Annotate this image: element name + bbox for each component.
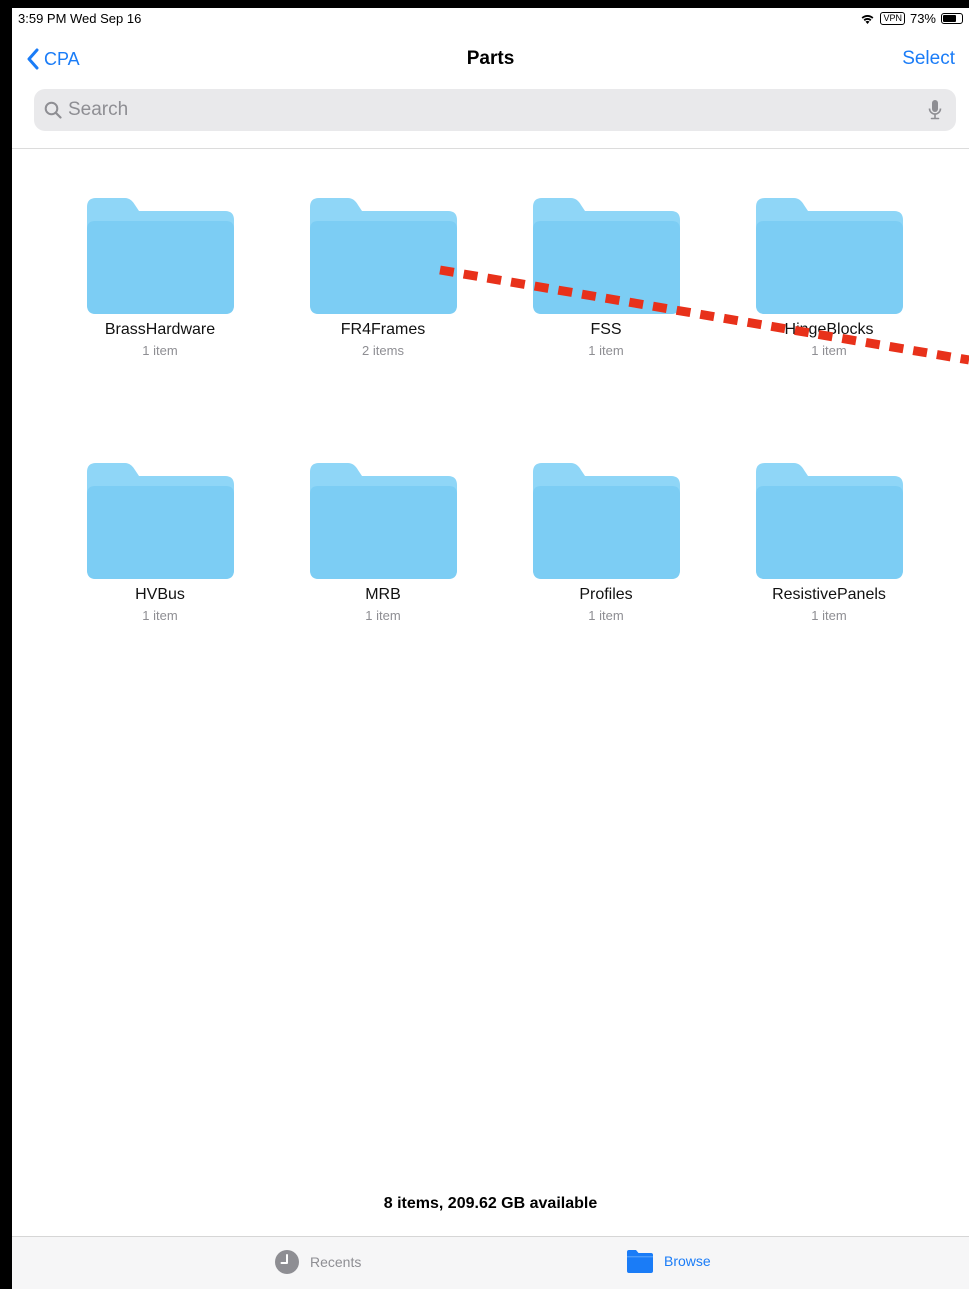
tab-browse[interactable]: Browse: [626, 1249, 711, 1273]
folder-item[interactable]: MRB 1 item: [283, 460, 483, 623]
folder-icon: [310, 463, 457, 579]
folder-item[interactable]: Profiles 1 item: [506, 460, 706, 623]
storage-summary: 8 items, 209.62 GB available: [383, 1195, 598, 1212]
folder-icon: [533, 198, 680, 314]
folder-icon: [87, 198, 234, 314]
folder-name: ResistivePanels: [772, 586, 886, 603]
folder-icon: [87, 463, 234, 579]
folder-item[interactable]: BrassHardware 1 item: [60, 195, 260, 358]
tab-browse-label: Browse: [664, 1253, 711, 1269]
folder-name: HVBus: [135, 586, 185, 603]
folder-item-count: 1 item: [588, 343, 624, 358]
folder-item-count: 1 item: [811, 343, 847, 358]
folder-item-count: 1 item: [588, 608, 624, 623]
folder-item-count: 1 item: [142, 343, 178, 358]
folder-item-count: 2 items: [362, 343, 404, 358]
tab-bar: Recents Browse: [12, 1236, 969, 1289]
folder-grid: BrassHardware 1 item FR4Frames 2 items FSS 1 …: [12, 8, 969, 708]
folder-icon: [533, 463, 680, 579]
folder-item[interactable]: FSS 1 item: [506, 195, 706, 358]
folder-item[interactable]: HVBus 1 item: [60, 460, 260, 623]
folder-icon: [627, 1250, 653, 1273]
folder-name: FR4Frames: [340, 321, 426, 338]
folder-icon: [756, 463, 903, 579]
folder-item-count: 1 item: [811, 608, 847, 623]
folder-name: HingeBlocks: [784, 321, 874, 338]
files-app-screen: 3:59 PM Wed Sep 16 VPN 73% CPA Parts Sel…: [12, 8, 969, 1289]
folder-icon: [756, 198, 903, 314]
folder-item[interactable]: FR4Frames 2 items: [283, 195, 483, 358]
folder-item-count: 1 item: [142, 608, 178, 623]
folder-name: MRB: [365, 586, 401, 603]
folder-name: FSS: [590, 321, 622, 338]
tab-recents-label: Recents: [310, 1254, 362, 1270]
folder-item-count: 1 item: [365, 608, 401, 623]
folder-name: BrassHardware: [104, 321, 216, 338]
clock-icon: [275, 1250, 299, 1274]
folder-item[interactable]: ResistivePanels 1 item: [729, 460, 929, 623]
folder-icon: [310, 198, 457, 314]
folder-name: Profiles: [579, 586, 633, 603]
tab-recents[interactable]: Recents: [274, 1249, 361, 1275]
folder-item[interactable]: HingeBlocks 1 item: [729, 195, 929, 358]
